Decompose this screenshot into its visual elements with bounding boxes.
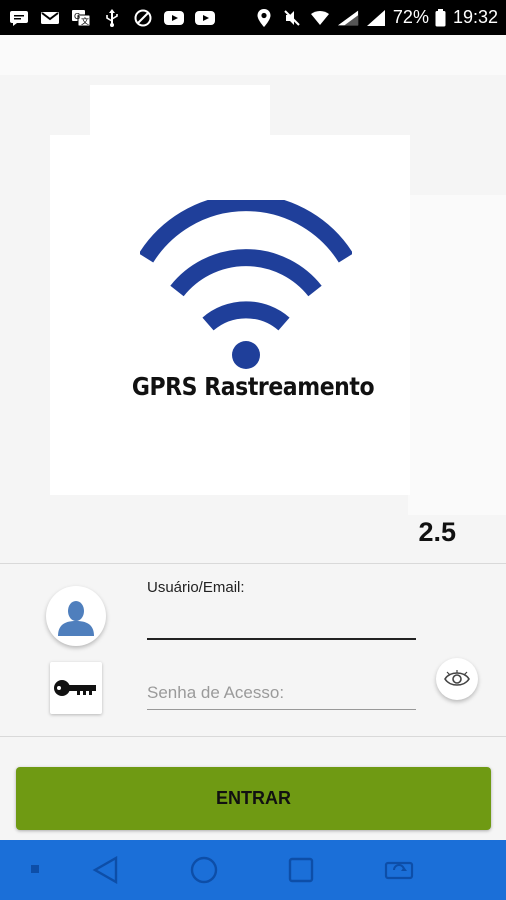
- signal-icon: [365, 9, 387, 27]
- gmail-icon: [39, 9, 61, 27]
- username-label: Usuário/Email:: [147, 579, 245, 596]
- enter-button[interactable]: ENTRAR: [16, 767, 491, 830]
- background-panel: [90, 85, 270, 135]
- youtube-icon: [163, 9, 185, 27]
- battery-icon: [435, 8, 447, 27]
- eye-icon: [444, 670, 470, 686]
- version-label: 2.5: [418, 517, 456, 547]
- divider: [0, 563, 506, 564]
- signal-icon: [337, 9, 359, 27]
- back-icon[interactable]: [92, 856, 118, 884]
- background-panel: [408, 195, 506, 515]
- notification-icons: G文: [8, 8, 216, 27]
- background-panel: [0, 35, 506, 75]
- key-icon-box: [50, 662, 102, 714]
- svg-text:文: 文: [81, 16, 89, 26]
- password-input[interactable]: [147, 677, 416, 710]
- wifi-icon: [309, 9, 331, 27]
- usb-icon: [101, 8, 123, 27]
- navigation-bar: [0, 840, 506, 900]
- message-icon: [8, 9, 30, 27]
- status-bar: G文 72% 19:32: [0, 0, 506, 35]
- home-icon[interactable]: [190, 856, 218, 884]
- location-icon: [253, 8, 275, 27]
- mute-icon: [281, 9, 303, 27]
- divider: [0, 736, 506, 737]
- recents-icon[interactable]: [288, 857, 314, 883]
- system-status: 72% 19:32: [253, 7, 498, 28]
- logo-title: GPRS Rastreamento: [131, 372, 375, 401]
- rotate-icon[interactable]: [384, 858, 414, 882]
- wifi-logo-icon: [140, 200, 352, 369]
- dot-icon: [30, 864, 40, 874]
- key-icon: [54, 680, 96, 696]
- user-icon: [58, 601, 94, 636]
- clock: 19:32: [452, 7, 498, 27]
- shield-icon: [132, 9, 154, 27]
- battery-percent: 72%: [392, 7, 429, 27]
- translate-icon: G文: [70, 9, 92, 27]
- user-avatar: [46, 586, 106, 646]
- show-password-button[interactable]: [436, 658, 478, 700]
- svg-text:G: G: [74, 12, 80, 21]
- username-input[interactable]: [147, 604, 416, 640]
- youtube-icon: [194, 9, 216, 27]
